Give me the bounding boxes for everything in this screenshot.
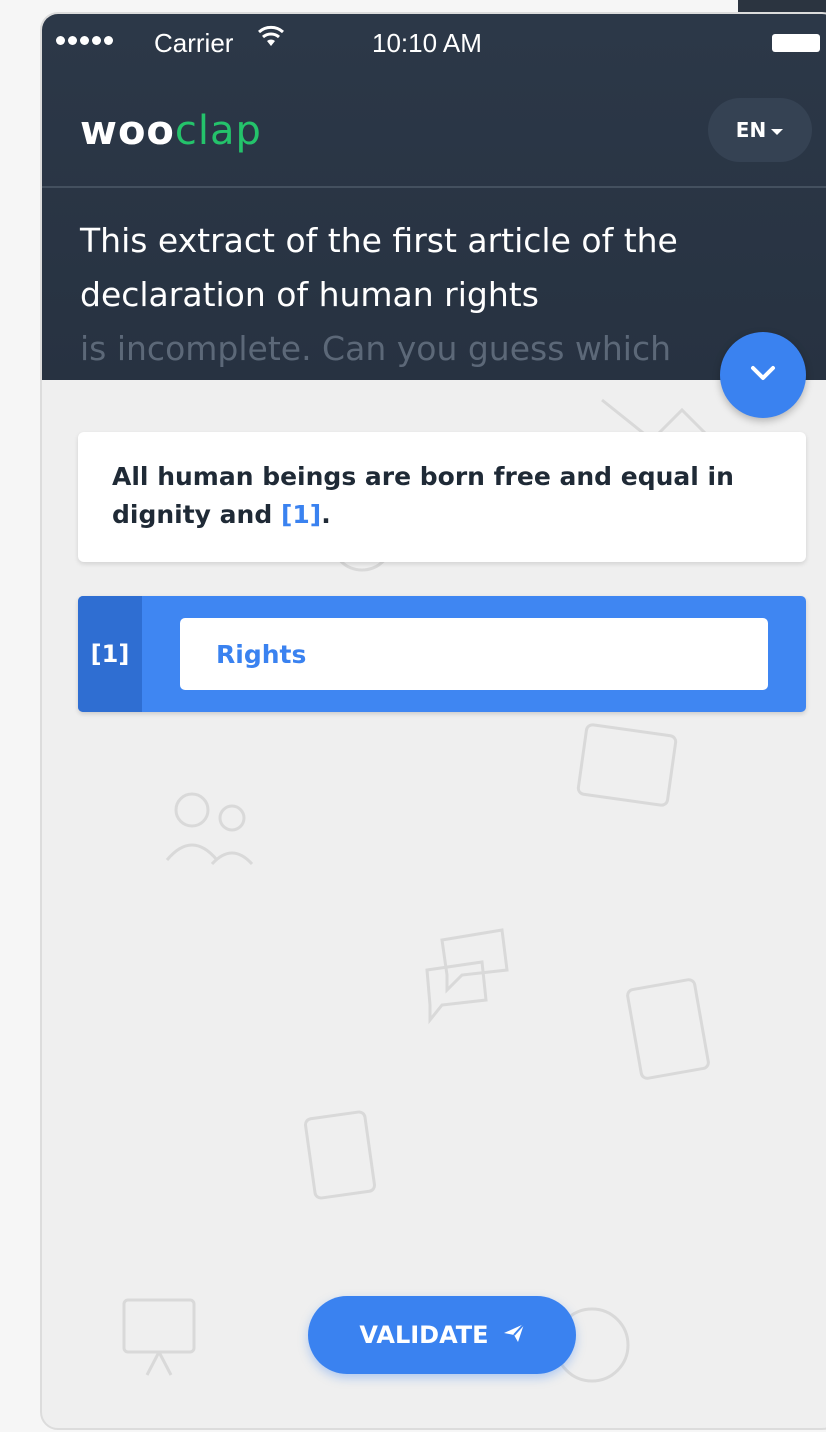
carrier-label: Carrier xyxy=(154,28,234,58)
send-icon xyxy=(503,1321,525,1349)
app-navbar: wooclap EN xyxy=(42,70,826,188)
question-text: This extract of the first article of the… xyxy=(80,214,780,376)
language-selector[interactable]: EN xyxy=(708,98,812,162)
validate-button[interactable]: VALIDATE xyxy=(308,1296,576,1374)
answer-index-label: [1] xyxy=(78,596,142,712)
status-bar: Carrier 10:10 AM xyxy=(42,14,826,70)
caret-down-icon xyxy=(770,118,784,142)
validate-label: VALIDATE xyxy=(359,1321,489,1349)
chevron-down-icon xyxy=(748,363,778,387)
phone-screen: Carrier 10:10 AM wooclap EN This extract… xyxy=(40,12,826,1430)
sentence-end: . xyxy=(321,500,331,529)
language-label: EN xyxy=(735,118,767,142)
answer-row: [1] xyxy=(78,596,806,712)
signal-strength-icon xyxy=(56,28,113,45)
expand-question-button[interactable] xyxy=(720,332,806,418)
blank-marker: [1] xyxy=(280,500,322,529)
logo-light-part: clap xyxy=(174,108,262,154)
wifi-icon xyxy=(258,24,284,55)
question-header: Carrier 10:10 AM wooclap EN This extract… xyxy=(42,14,826,380)
sentence-text: All human beings are born free and equal… xyxy=(112,462,734,529)
question-line: This extract of the first article of the… xyxy=(80,221,678,314)
clock: 10:10 AM xyxy=(372,28,482,58)
sentence-card: All human beings are born free and equal… xyxy=(78,432,806,562)
answer-input[interactable] xyxy=(180,618,768,690)
question-line-faded: is incomplete. Can you guess which xyxy=(80,329,672,368)
battery-icon xyxy=(772,34,820,52)
wooclap-logo: wooclap xyxy=(80,108,262,154)
logo-bold-part: woo xyxy=(80,108,175,154)
